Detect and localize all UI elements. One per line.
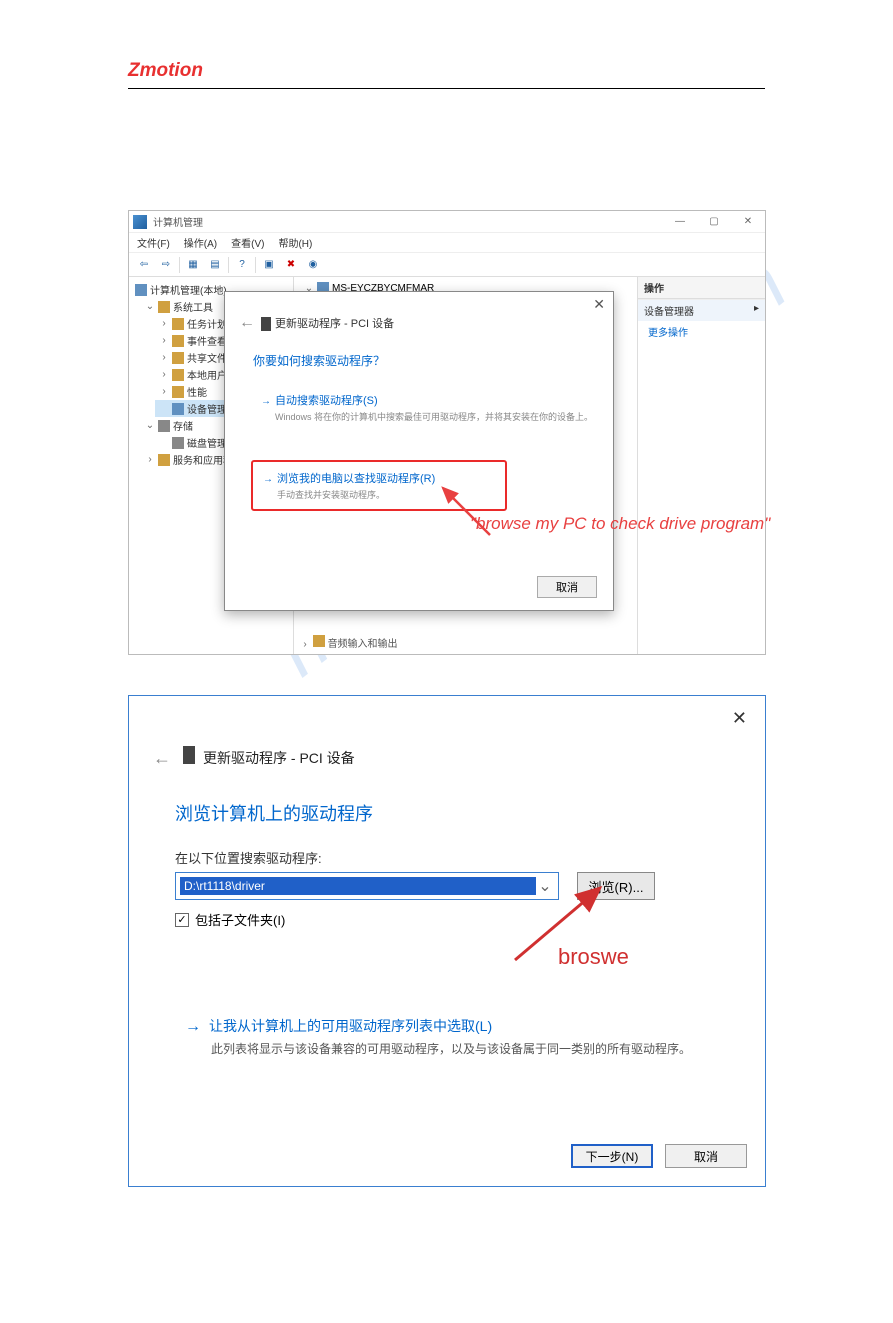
path-value: D:\rt1118\driver (180, 877, 536, 895)
brand-logo: Zmotion (128, 60, 765, 82)
tree-sys-tools[interactable]: 系统工具 (173, 299, 213, 314)
actions-device-mgr[interactable]: 设备管理器 (644, 303, 694, 318)
cancel-button[interactable]: 取消 (537, 576, 597, 598)
arrow-icon: ▸ (754, 303, 759, 318)
title-bar: 计算机管理 — ▢ ✕ (129, 211, 765, 233)
arrow-icon: → (263, 474, 273, 485)
include-subfolders-checkbox[interactable]: ✓ 包括子文件夹(I) (175, 910, 285, 929)
dialog-question: 你要如何搜索驱动程序？ (253, 352, 385, 369)
tool-icon[interactable]: ◉ (304, 256, 322, 274)
opt-sub: 此列表将显示与该设备兼容的可用驱动程序，以及与该设备属于同一类别的所有驱动程序。 (211, 1040, 725, 1058)
app-icon (133, 215, 147, 229)
stop-icon[interactable]: ✖ (282, 256, 300, 274)
toolbar: ⇦ ⇨ ▦ ▤ ? ▣ ✖ ◉ (129, 253, 765, 277)
path-label: 在以下位置搜索驱动程序: (175, 848, 322, 867)
computer-management-window: 计算机管理 — ▢ ✕ 文件(F) 操作(A) 查看(V) 帮助(H) ⇦ ⇨ … (128, 210, 766, 655)
expand-icon[interactable]: › (159, 318, 169, 329)
option-browse-pc[interactable]: → 浏览我的电脑以查找驱动程序(R) 手动查找并安装驱动程序。 (251, 460, 507, 511)
actions-pane: 操作 设备管理器 ▸ 更多操作 (637, 277, 765, 654)
folder-icon (158, 301, 170, 313)
close-icon[interactable]: ✕ (593, 296, 605, 313)
storage-icon (158, 420, 170, 432)
minimize-button[interactable]: — (663, 211, 697, 233)
nav-back-icon[interactable]: ⇦ (135, 256, 153, 274)
dialog-title: 更新驱动程序 - PCI 设备 (203, 748, 355, 768)
folder-icon (172, 369, 184, 381)
collapse-icon[interactable]: ⌄ (145, 420, 155, 431)
opt-b-title: 浏览我的电脑以查找驱动程序(R) (277, 473, 435, 485)
update-driver-dialog: ✕ ← 更新驱动程序 - PCI 设备 你要如何搜索驱动程序？ → 自动搜索驱动程… (224, 291, 614, 611)
tool-icon[interactable]: ▦ (184, 256, 202, 274)
maximize-button[interactable]: ▢ (697, 211, 731, 233)
computer-icon (135, 284, 147, 296)
tree-storage[interactable]: 存储 (173, 418, 193, 433)
opt-b-sub: 手动查找并安装驱动程序。 (277, 488, 435, 501)
cancel-button[interactable]: 取消 (665, 1144, 747, 1168)
expand-icon[interactable]: › (145, 454, 155, 465)
chevron-down-icon[interactable]: ⌄ (536, 876, 554, 896)
tool-icon[interactable]: ▤ (206, 256, 224, 274)
checkbox-checked-icon: ✓ (175, 913, 189, 927)
nav-fwd-icon[interactable]: ⇨ (157, 256, 175, 274)
close-button[interactable]: ✕ (731, 211, 765, 233)
expand-icon[interactable]: › (159, 369, 169, 380)
option-auto-search[interactable]: → 自动搜索驱动程序(S) Windows 将在你的计算机中搜索最佳可用驱动程序，… (261, 392, 593, 423)
folder-icon (172, 335, 184, 347)
expand-icon[interactable]: › (300, 639, 310, 650)
tree-disk-mgmt[interactable]: 磁盘管理 (187, 435, 227, 450)
tree-root[interactable]: 计算机管理(本地) (150, 282, 227, 297)
checkbox-label: 包括子文件夹(I) (195, 910, 285, 929)
back-icon[interactable]: ← (153, 748, 171, 769)
folder-icon (172, 386, 184, 398)
browse-button[interactable]: 浏览(R)... (577, 872, 655, 900)
menu-help[interactable]: 帮助(H) (278, 235, 312, 250)
annotation-text-2: broswe (558, 944, 629, 970)
menu-view[interactable]: 查看(V) (231, 235, 264, 250)
back-icon[interactable]: ← (239, 314, 255, 332)
arrow-icon: → (261, 396, 271, 407)
annotation-text-1: "browse my PC to check drive program" (470, 514, 770, 534)
device-audio[interactable]: 音频输入和输出 (328, 639, 398, 650)
opt-a-sub: Windows 将在你的计算机中搜索最佳可用驱动程序，并将其安装在你的设备上。 (275, 410, 593, 423)
folder-icon (172, 352, 184, 364)
expand-icon[interactable]: › (159, 352, 169, 363)
device-mgr-icon (172, 403, 184, 415)
collapse-icon[interactable]: ⌄ (145, 301, 155, 312)
path-combobox[interactable]: D:\rt1118\driver ⌄ (175, 872, 559, 900)
folder-icon (158, 454, 170, 466)
device-icon (261, 317, 271, 331)
menu-action[interactable]: 操作(A) (184, 235, 217, 250)
opt-title: 让我从计算机上的可用驱动程序列表中选取(L) (209, 1018, 492, 1034)
help-icon[interactable]: ? (233, 256, 251, 274)
arrow-icon: → (185, 1018, 201, 1035)
header-rule (128, 88, 765, 89)
more-actions-link[interactable]: 更多操作 (638, 321, 765, 342)
window-title: 计算机管理 (153, 214, 663, 229)
dialog-heading: 浏览计算机上的驱动程序 (175, 800, 373, 826)
disk-icon (172, 437, 184, 449)
menu-bar: 文件(F) 操作(A) 查看(V) 帮助(H) (129, 233, 765, 253)
audio-icon (313, 635, 325, 647)
menu-file[interactable]: 文件(F) (137, 235, 170, 250)
expand-icon[interactable]: › (159, 335, 169, 346)
option-pick-from-list[interactable]: → 让我从计算机上的可用驱动程序列表中选取(L) 此列表将显示与该设备兼容的可用驱… (185, 1016, 725, 1058)
tool-icon[interactable]: ▣ (260, 256, 278, 274)
dialog-title: 更新驱动程序 - PCI 设备 (275, 318, 394, 330)
actions-header: 操作 (638, 277, 765, 299)
browse-driver-dialog: ✕ ← 更新驱动程序 - PCI 设备 浏览计算机上的驱动程序 在以下位置搜索驱… (128, 695, 766, 1187)
folder-icon (172, 318, 184, 330)
tree-perf[interactable]: 性能 (187, 384, 207, 399)
expand-icon[interactable]: › (159, 386, 169, 397)
next-button[interactable]: 下一步(N) (571, 1144, 653, 1168)
close-icon[interactable]: ✕ (732, 708, 747, 729)
opt-a-title: 自动搜索驱动程序(S) (275, 395, 378, 407)
device-icon (183, 746, 195, 764)
